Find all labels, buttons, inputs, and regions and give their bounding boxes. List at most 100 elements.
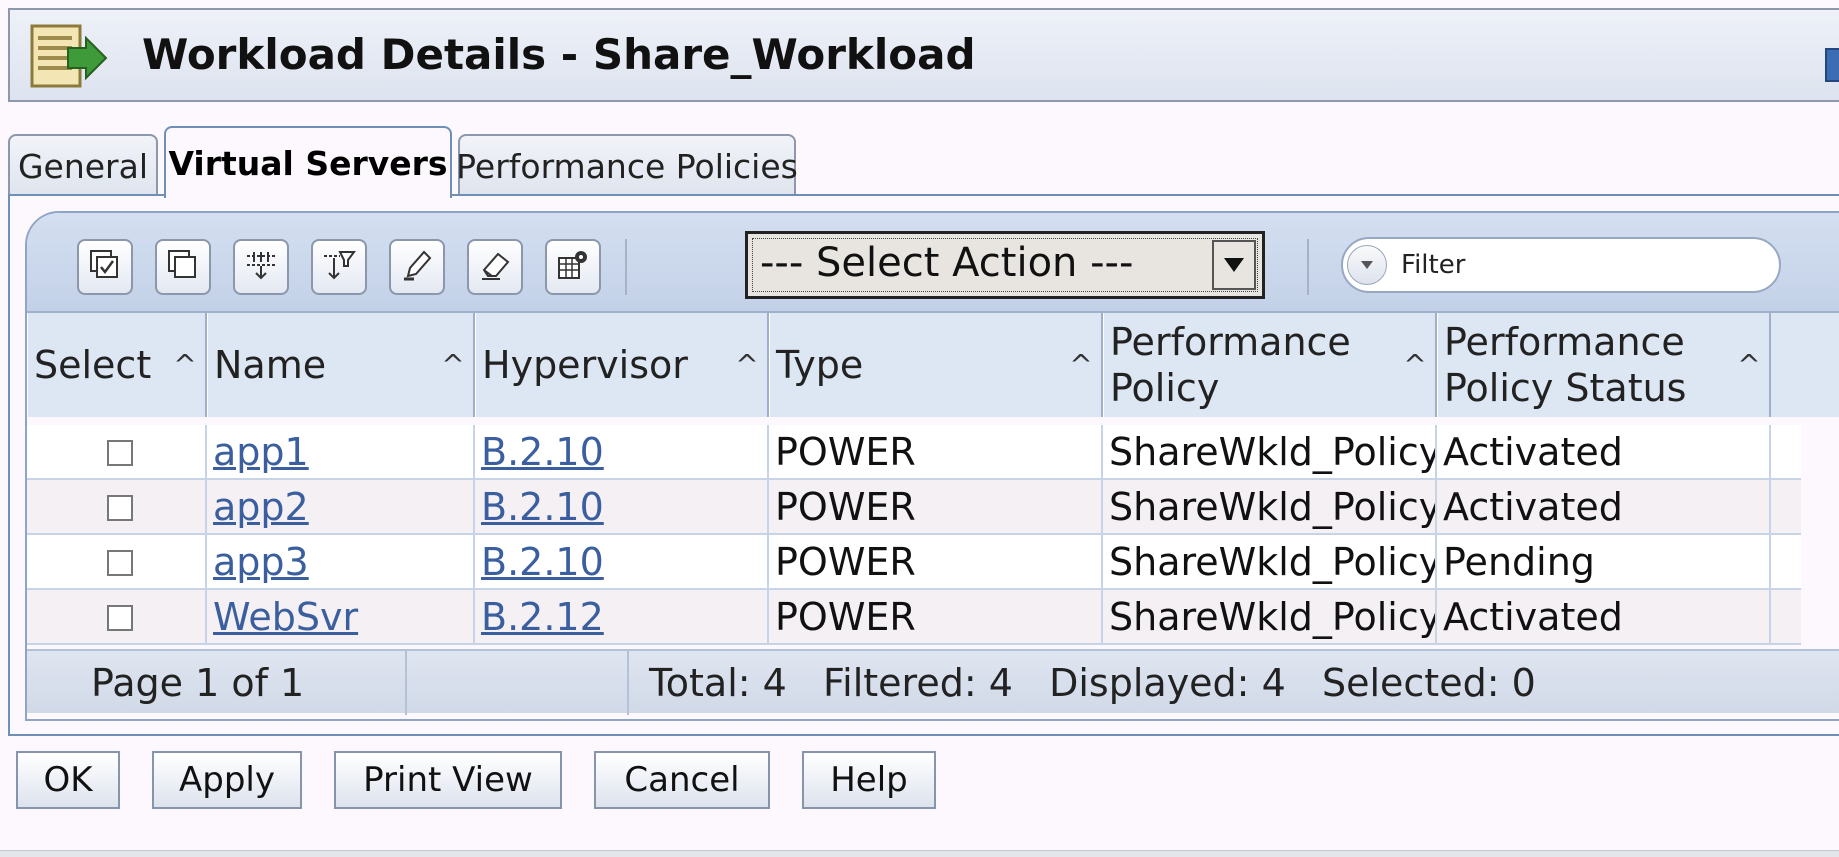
server-name-link[interactable]: app3 [213,540,309,584]
hypervisor-link[interactable]: B.2.12 [481,595,604,639]
filter-input[interactable] [1399,245,1759,285]
name-cell: app3 [207,535,475,590]
name-cell: app2 [207,480,475,535]
select-cell [27,590,207,645]
window-control-icon[interactable] [1825,48,1839,82]
type-cell: POWER [769,590,1103,645]
policy-cell: ShareWkld_Policy [1103,425,1437,480]
help-button[interactable]: Help [802,751,936,809]
toolbar-separator [625,239,627,295]
background-window-strip [0,850,1839,857]
filter-rows-icon [322,248,356,286]
tab-general[interactable]: General [8,134,158,196]
policy-cell: ShareWkld_Policy [1103,590,1437,645]
name-cell: WebSvr [207,590,475,645]
column-header-select[interactable]: Select ^ [27,313,207,417]
column-header-label: Select [34,343,152,387]
sort-ascending-icon[interactable]: ^ [1401,342,1429,388]
page-title: Workload Details - Share_Workload [142,30,976,79]
select-all-icon [88,248,122,286]
server-name-link[interactable]: app1 [213,430,309,474]
status-cell: Activated [1437,480,1771,535]
cancel-button[interactable]: Cancel [594,751,770,809]
filter-rows-button[interactable] [311,239,367,295]
select-cell [27,425,207,480]
footer-separator [627,651,629,715]
hypervisor-cell: B.2.12 [475,590,769,645]
toolbar-separator [1307,239,1309,295]
sort-ascending-icon[interactable]: ^ [1067,342,1095,388]
policy-cell: ShareWkld_Policy [1103,535,1437,590]
footer-separator [405,651,407,715]
tab-virtual-servers[interactable]: Virtual Servers [164,126,452,198]
deselect-all-icon [166,248,200,286]
server-name-link[interactable]: WebSvr [213,595,358,639]
type-cell: POWER [769,425,1103,480]
apply-button[interactable]: Apply [152,751,302,809]
column-header-performance-policy[interactable]: Performance Policy ^ [1103,313,1437,417]
row-checkbox[interactable] [107,440,133,466]
select-cell [27,480,207,535]
table-container: --- Select Action --- Select ^ Name [25,211,1839,721]
select-action-dropdown[interactable]: --- Select Action --- [745,231,1265,299]
column-header-performance-policy-status[interactable]: Performance Policy Status ^ [1437,313,1771,417]
workload-details-icon [28,22,112,90]
hypervisor-cell: B.2.10 [475,480,769,535]
table-row: app3 B.2.10 POWER ShareWkld_Policy Pendi… [27,535,1801,590]
column-header-name[interactable]: Name ^ [207,313,475,417]
table-settings-icon [556,248,590,286]
type-cell: POWER [769,480,1103,535]
column-header-label: Name [214,343,327,387]
dropdown-arrow-icon[interactable] [1212,240,1256,290]
status-cell: Pending [1437,535,1771,590]
status-cell: Activated [1437,425,1771,480]
print-view-button[interactable]: Print View [334,751,562,809]
table-settings-button[interactable] [545,239,601,295]
sort-ascending-icon[interactable]: ^ [171,342,199,388]
column-header-type[interactable]: Type ^ [769,313,1103,417]
select-cell [27,535,207,590]
expand-rows-button[interactable] [233,239,289,295]
hypervisor-link[interactable]: B.2.10 [481,430,604,474]
sort-ascending-icon[interactable]: ^ [439,342,467,388]
erase-button[interactable] [467,239,523,295]
column-header-hypervisor[interactable]: Hypervisor ^ [475,313,769,417]
filter-box[interactable] [1341,237,1781,293]
title-bar: Workload Details - Share_Workload [8,8,1839,102]
virtual-servers-panel: --- Select Action --- Select ^ Name [8,194,1839,736]
select-action-label: --- Select Action --- [760,240,1134,286]
column-header-label: Type [776,343,864,387]
hypervisor-link[interactable]: B.2.10 [481,485,604,529]
sort-ascending-icon[interactable]: ^ [1735,342,1763,388]
select-all-button[interactable] [77,239,133,295]
column-header-label: Performance Policy [1110,320,1351,410]
table-header: Select ^ Name ^ Hypervisor ^ Type ^ Perf… [27,313,1839,417]
row-checkbox[interactable] [107,605,133,631]
edit-button[interactable] [389,239,445,295]
column-header-label: Performance Policy Status [1444,320,1687,410]
ok-button[interactable]: OK [16,751,120,809]
erase-icon [478,248,512,286]
hypervisor-link[interactable]: B.2.10 [481,540,604,584]
tab-label: Virtual Servers [168,143,448,183]
edit-icon [400,248,434,286]
table-toolbar: --- Select Action --- [27,213,1839,313]
tab-performance-policies[interactable]: Performance Policies [456,134,798,196]
table-footer: Page 1 of 1 Total: 4 Filtered: 4 Display… [27,649,1839,715]
tab-label: Performance Policies [456,146,798,186]
expand-icon [244,248,278,286]
hypervisor-cell: B.2.10 [475,425,769,480]
hypervisor-cell: B.2.10 [475,535,769,590]
type-cell: POWER [769,535,1103,590]
server-name-link[interactable]: app2 [213,485,309,529]
row-checkbox[interactable] [107,495,133,521]
filter-options-icon[interactable] [1347,245,1387,285]
column-header-label: Hypervisor [482,343,688,387]
deselect-all-button[interactable] [155,239,211,295]
table-row: app2 B.2.10 POWER ShareWkld_Policy Activ… [27,480,1801,535]
policy-cell: ShareWkld_Policy [1103,480,1437,535]
table-row: app1 B.2.10 POWER ShareWkld_Policy Activ… [27,425,1801,480]
sort-ascending-icon[interactable]: ^ [733,342,761,388]
row-checkbox[interactable] [107,550,133,576]
name-cell: app1 [207,425,475,480]
